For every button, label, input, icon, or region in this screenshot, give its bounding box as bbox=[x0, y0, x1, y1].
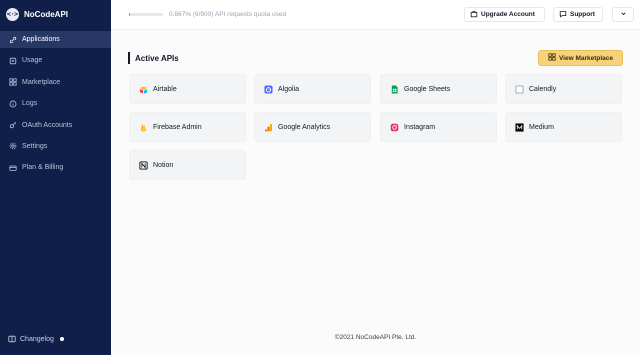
brand[interactable]: <·> NoCodeAPI bbox=[6, 8, 68, 21]
api-card-calendly[interactable]: Calendly bbox=[505, 74, 622, 104]
gear-icon bbox=[9, 142, 17, 150]
sidebar-item-label: Settings bbox=[22, 142, 48, 150]
airtable-icon bbox=[139, 85, 148, 94]
sidebar-item-label: Applications bbox=[22, 36, 60, 43]
changelog-label: Changelog bbox=[20, 335, 54, 343]
upgrade-account-button[interactable]: Upgrade Account bbox=[464, 7, 545, 22]
sidebar-item-label: OAuth Accounts bbox=[22, 121, 73, 129]
calendly-icon bbox=[515, 84, 524, 94]
sidebar: <·> NoCodeAPI Applications Usage Marketp… bbox=[0, 0, 111, 355]
instagram-icon bbox=[390, 123, 399, 132]
view-marketplace-label: View Marketplace bbox=[558, 54, 614, 62]
upgrade-account-label: Upgrade Account bbox=[481, 11, 535, 18]
api-card-label: Algolia bbox=[278, 85, 300, 93]
support-button[interactable]: Support bbox=[553, 7, 603, 22]
footer-copyright: ©2021 NoCodeAPI Pte. Ltd. bbox=[334, 334, 417, 341]
changelog-icon bbox=[8, 335, 16, 343]
api-card-medium[interactable]: Medium bbox=[505, 112, 622, 142]
api-card-label: Medium bbox=[529, 123, 554, 131]
api-card-airtable[interactable]: Airtable bbox=[129, 74, 246, 104]
sidebar-item-label: Plan & Billing bbox=[22, 164, 64, 172]
support-label: Support bbox=[570, 11, 595, 18]
algolia-icon bbox=[264, 84, 273, 94]
quota-status: 0.667% (6/900) API requests quota used bbox=[129, 11, 286, 18]
sidebar-item-settings[interactable]: Settings bbox=[0, 138, 111, 155]
quota-progress-bar bbox=[129, 13, 163, 16]
api-card-label: Notion bbox=[153, 161, 174, 169]
usage-icon bbox=[9, 57, 17, 65]
api-card-notion[interactable]: Notion bbox=[129, 150, 246, 180]
sidebar-item-marketplace[interactable]: Marketplace bbox=[0, 74, 111, 91]
changelog-link[interactable]: Changelog bbox=[8, 335, 64, 343]
sidebar-item-label: Logs bbox=[22, 100, 38, 108]
grid-icon bbox=[9, 78, 17, 86]
sidebar-item-usage[interactable]: Usage bbox=[0, 52, 111, 69]
grid-icon bbox=[548, 53, 556, 63]
chevron-down-icon bbox=[620, 10, 627, 19]
api-card-google-sheets[interactable]: Google Sheets bbox=[380, 74, 497, 104]
sidebar-item-oauth-accounts[interactable]: OAuth Accounts bbox=[0, 117, 111, 134]
api-card-label: Instagram bbox=[404, 123, 436, 131]
link-icon bbox=[9, 36, 17, 44]
medium-icon bbox=[515, 122, 524, 132]
quota-text: 0.667% (6/900) API requests quota used bbox=[169, 11, 287, 18]
brand-name: NoCodeAPI bbox=[24, 10, 68, 19]
sidebar-item-applications[interactable]: Applications bbox=[0, 31, 111, 48]
key-icon bbox=[9, 121, 17, 129]
more-options-button[interactable] bbox=[612, 7, 634, 22]
brand-logo-icon: <·> bbox=[6, 8, 19, 21]
api-card-firebase-admin[interactable]: Firebase Admin bbox=[129, 112, 246, 142]
sidebar-nav: Applications Usage Marketplace Logs OAut… bbox=[0, 31, 111, 181]
api-card-algolia[interactable]: Algolia bbox=[254, 74, 371, 104]
api-card-label: Airtable bbox=[153, 85, 177, 93]
upgrade-icon bbox=[470, 10, 478, 20]
sidebar-item-label: Usage bbox=[22, 57, 43, 65]
api-card-label: Firebase Admin bbox=[153, 123, 202, 131]
sidebar-item-logs[interactable]: Logs bbox=[0, 95, 111, 112]
chat-icon bbox=[559, 10, 567, 20]
info-icon bbox=[9, 100, 17, 108]
firebase-icon bbox=[139, 123, 148, 132]
google-sheets-icon bbox=[390, 84, 399, 94]
api-card-label: Google Analytics bbox=[278, 123, 331, 131]
sidebar-item-plan-billing[interactable]: Plan & Billing bbox=[0, 159, 111, 176]
sidebar-item-label: Marketplace bbox=[22, 78, 61, 86]
section-title: Active APIs bbox=[128, 52, 179, 64]
api-card-label: Calendly bbox=[529, 85, 557, 93]
notification-dot bbox=[59, 337, 64, 341]
api-card-instagram[interactable]: Instagram bbox=[380, 112, 497, 142]
api-card-google-analytics[interactable]: Google Analytics bbox=[254, 112, 371, 142]
notion-icon bbox=[139, 160, 148, 170]
card-icon bbox=[9, 164, 17, 172]
google-analytics-icon bbox=[264, 123, 273, 132]
api-card-label: Google Sheets bbox=[404, 85, 451, 93]
topbar: 0.667% (6/900) API requests quota used U… bbox=[111, 0, 640, 30]
view-marketplace-button[interactable]: View Marketplace bbox=[538, 50, 623, 66]
